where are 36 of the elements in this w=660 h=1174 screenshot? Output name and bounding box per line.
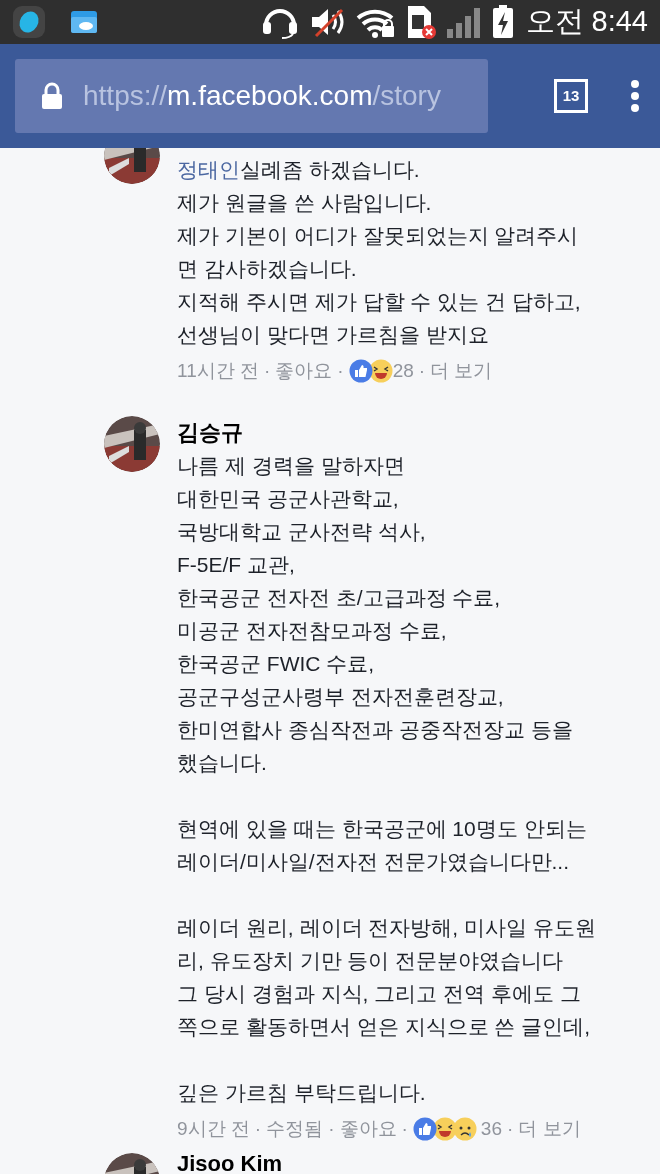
more-link[interactable]: 더 보기 [430,357,493,386]
separator-dot: · [337,359,344,383]
muted-speaker-icon [309,6,346,38]
folder-icon[interactable] [70,8,98,36]
separator-dot: · [507,1116,514,1141]
mention-link[interactable]: 정태인 [177,158,240,181]
like-link[interactable]: 좋아요 [275,357,333,386]
comment-text: 레이더 원리, 레이더 전자방해, 미사일 유도원 리, 유도장치 기만 등이 전문분야였습니다 그 당시 경험과 지식, 그리고 전역 후에도 그 쪽으로 활동하면서 얻은 지식으로 쓴 글인데, [177,914,596,1040]
separator-dot: · [401,1116,408,1141]
clock-text: 오전 8:44 [525,4,648,40]
comment-text: 정태인실례좀 하겠습니다. 제가 원글을 쓴 사람입니다. 제가 기본이 어디가 잘못되었는지 알려주시 면 감사하겠습니다. 지적해 주시면 제가 답할 수 있는 건 답하고, 선생님이 맞다면 가르침을 받지요 [177,157,581,348]
separator-dot: · [264,359,271,383]
separator-dot: · [418,359,426,383]
lock-icon [41,82,63,110]
comment-text: 나름 제 경력을 말하자면 대한민국 공군사관학교, 국방대학교 군사전략 석사, F-5E/F 교관, 한국공군 전자전 초/고급과정 수료, 미공군 전자전참모과정 수료, 한국공군 FWIC 수료, 공군구성군사령부 전자전훈련장교, 한미연합사 종심작전과 공중작전장교 등을 했습니다. [177,452,574,776]
like-link[interactable]: 좋아요 [339,1114,397,1143]
url-text: https://m.facebook.com/story [83,79,441,113]
signal-icon [445,5,482,39]
timestamp: 9시간 전 [177,1116,250,1141]
author-name[interactable]: Jisoo Kim [177,1153,283,1174]
sim-card-error-icon [405,5,436,39]
author-name[interactable]: 김승규 [177,415,596,449]
menu-icon[interactable] [630,79,640,113]
reaction-count[interactable]: 28 [392,357,414,386]
edited-label: 수정됨 [266,1116,324,1141]
comment-text: 현역에 있을 때는 한국공군에 10명도 안되는 레이더/미사일/전자전 전문가였습니다만... [177,815,588,875]
timestamp: 11시간 전 [177,359,259,383]
battery-charging-icon [491,5,514,39]
tab-count-button[interactable]: 13 [554,79,588,113]
more-link[interactable]: 더 보기 [518,1114,581,1143]
comment-text: 깊은 가르침 부탁드립니다. [177,1079,427,1106]
separator-dot: · [254,1116,262,1141]
separator-dot: · [328,1116,335,1141]
reaction-count[interactable]: 36 [480,1114,502,1143]
address-bar[interactable]: https://m.facebook.com/story [15,59,488,133]
app-icon[interactable] [12,5,46,39]
